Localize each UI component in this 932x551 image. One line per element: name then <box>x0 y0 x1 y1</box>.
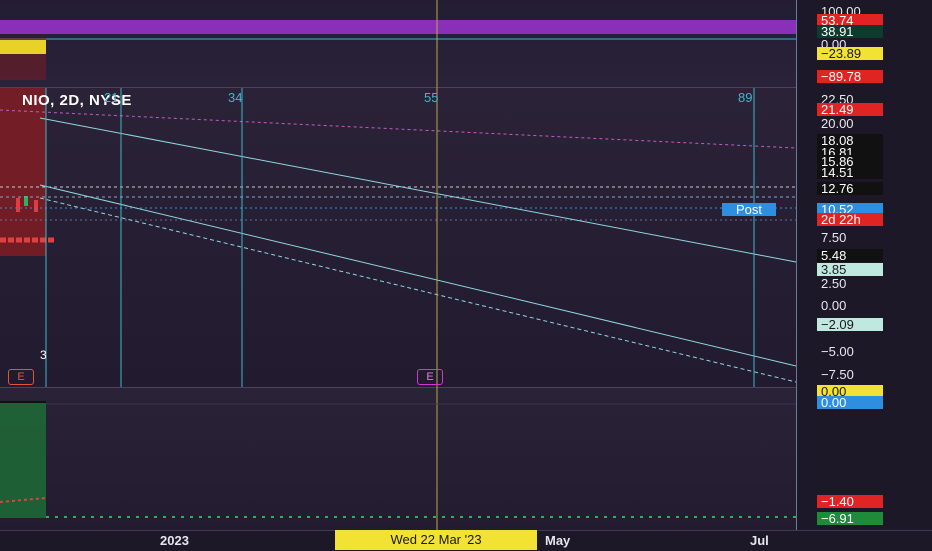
drawing-layer <box>0 0 797 530</box>
axis-tick: 0.00 <box>821 298 847 313</box>
fib-label: 89 <box>738 90 753 105</box>
axis-tick: −7.50 <box>821 367 854 382</box>
channel-line <box>39 117 797 263</box>
axis-badge: 5.48 <box>817 249 883 262</box>
axis-badge: −89.78 <box>817 70 883 83</box>
channel-line <box>39 197 797 383</box>
purple-band <box>0 20 796 34</box>
axis-badge-countdown: 2d 22h <box>817 213 883 226</box>
chart-root[interactable]: NIO, 2D, NYSE 21 34 55 89 Post 3 E E 100… <box>0 0 932 551</box>
axis-badge: 0.00 <box>817 396 883 409</box>
axis-badge: −6.91 <box>817 512 883 525</box>
axis-tick: 2.50 <box>821 276 847 291</box>
earnings-marker[interactable]: E <box>8 369 34 385</box>
channel-line <box>39 184 797 367</box>
top-pane-yellow-area <box>0 40 46 54</box>
candle <box>16 198 20 212</box>
axis-badge: 3.85 <box>817 263 883 276</box>
axis-tick: 20.00 <box>821 116 854 131</box>
axis-badge: 21.49 <box>817 103 883 116</box>
dotted-trend <box>0 109 797 149</box>
time-label: 2023 <box>160 533 189 548</box>
fib-label: 55 <box>424 90 439 105</box>
axis-badge: −2.09 <box>817 318 883 331</box>
fib-label: 34 <box>228 90 243 105</box>
fib-label: 21 <box>104 90 119 105</box>
axis-badge: −1.40 <box>817 495 883 508</box>
price-axis[interactable]: 100.00 53.74 38.91 0.00 −23.89 −89.78 22… <box>796 0 932 530</box>
bar-count-label: 3 <box>40 348 47 362</box>
cursor-date-badge: Wed 22 Mar '23 <box>335 530 537 550</box>
time-label: Jul <box>750 533 769 548</box>
axis-tick: −5.00 <box>821 344 854 359</box>
time-label: May <box>545 533 571 548</box>
axis-badge: 14.51 <box>817 166 883 179</box>
axis-tick: 7.50 <box>821 230 847 245</box>
axis-badge: 12.76 <box>817 182 883 195</box>
earnings-marker[interactable]: E <box>417 369 443 385</box>
candle <box>34 200 38 212</box>
post-market-badge: Post <box>722 203 777 216</box>
axis-badge: −23.89 <box>817 47 883 60</box>
red-zone <box>0 88 46 256</box>
